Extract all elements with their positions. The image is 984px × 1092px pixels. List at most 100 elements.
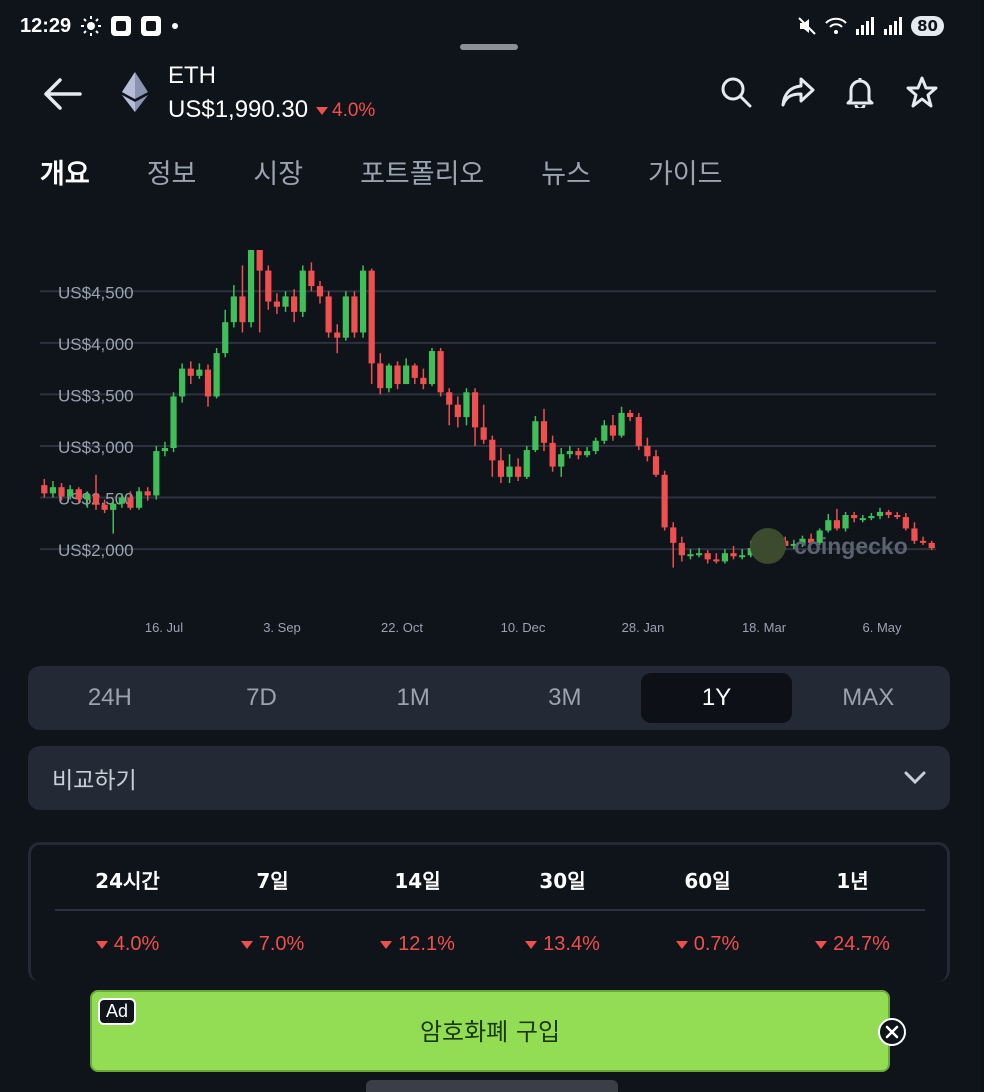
value-60d-text: 0.7% [693, 933, 740, 955]
coingecko-logo-icon [750, 528, 786, 564]
down-triangle-icon [240, 940, 253, 949]
back-button[interactable] [40, 74, 84, 114]
value-24h-text: 4.0% [113, 933, 160, 955]
candle-body [549, 442, 556, 467]
app-screen: 12:29 80 ETH US$1,990.30 4.0% 개요 정보 시장 포… [0, 0, 980, 1092]
candle-body [316, 286, 324, 297]
range-1m-button[interactable]: 1M [337, 673, 489, 723]
value-60d: 0.7% [635, 933, 780, 956]
candle-body [161, 448, 169, 452]
coin-change-value: 4.0% [332, 100, 376, 121]
candle-body [411, 365, 418, 378]
header-60d: 60일 [684, 869, 731, 893]
tab-overview[interactable]: 개요 [40, 152, 90, 191]
tab-news[interactable]: 뉴스 [541, 152, 591, 191]
dot-icon [172, 23, 179, 29]
candle-body [618, 412, 625, 436]
candle-body [299, 270, 306, 312]
value-7d: 7.0% [200, 933, 345, 956]
candle-body [247, 250, 255, 323]
home-indicator[interactable] [366, 1080, 618, 1092]
candle-body [851, 515, 858, 519]
candle-body [342, 296, 349, 338]
chevron-down-icon [904, 771, 926, 785]
candle-body [196, 369, 203, 376]
candle-body [437, 351, 444, 393]
candle-body [730, 553, 737, 557]
candle-body [49, 487, 57, 494]
x-tick-label: 16. Jul [145, 620, 183, 635]
candle-body [325, 296, 332, 333]
bell-icon [846, 78, 874, 108]
search-button[interactable] [718, 74, 754, 110]
range-1y-button[interactable]: 1Y [640, 673, 793, 723]
tab-markets[interactable]: 시장 [253, 152, 303, 191]
ad-badge: Ad [98, 998, 137, 1025]
candle-body [678, 542, 685, 556]
candle-body [911, 528, 918, 541]
candle-body [566, 451, 573, 455]
signal-icon-2 [884, 17, 903, 35]
range-3m-button[interactable]: 3M [489, 673, 641, 723]
candle-body [695, 553, 703, 556]
y-tick-label: US$2,000 [58, 541, 134, 560]
performance-header-row: 24시간 7일 14일 30일 60일 1년 [55, 865, 925, 894]
price-chart[interactable]: US$4,500US$4,000US$3,500US$3,000US$2,500… [40, 250, 940, 650]
ad-close-button[interactable] [878, 1018, 906, 1046]
coin-header: ETH US$1,990.30 4.0% [0, 58, 980, 130]
candle-body [894, 515, 901, 518]
share-button[interactable] [780, 74, 816, 110]
candle-body [489, 439, 496, 461]
ad-banner[interactable]: 암호화폐 구입 Ad [90, 990, 906, 1072]
candle-body [282, 296, 289, 307]
x-tick-label: 22. Oct [381, 620, 423, 635]
candle-body [928, 542, 935, 549]
tab-portfolio[interactable]: 포트폴리오 [360, 152, 484, 191]
range-24h-button[interactable]: 24H [34, 673, 186, 723]
candle-body [265, 270, 272, 302]
y-tick-label: US$3,500 [58, 386, 134, 405]
candle-body [153, 451, 160, 496]
candle-body [713, 559, 720, 562]
header-1y: 1년 [836, 869, 869, 893]
y-tick-label: US$4,500 [58, 283, 134, 302]
candle-body [75, 489, 82, 500]
candle-body [273, 301, 281, 307]
candle-body [652, 456, 660, 475]
down-triangle-icon [380, 940, 393, 949]
range-max-button[interactable]: MAX [792, 673, 944, 723]
candle-body [385, 365, 393, 389]
candle-body [902, 517, 909, 529]
x-tick-label: 6. May [862, 620, 902, 635]
tab-info[interactable]: 정보 [147, 152, 197, 191]
tab-guide[interactable]: 가이드 [648, 152, 723, 191]
header-7d: 7일 [256, 869, 289, 893]
status-time: 12:29 [20, 14, 72, 37]
candle-body [540, 421, 548, 443]
watermark-text: coingecko [794, 532, 908, 559]
value-14d-text: 12.1% [398, 933, 455, 955]
candle-body [204, 369, 212, 397]
candle-body [110, 503, 117, 510]
status-left: 12:29 [20, 15, 179, 38]
favorite-button[interactable] [904, 74, 940, 110]
candle-body [868, 516, 875, 519]
compare-dropdown[interactable]: 비교하기 [28, 746, 950, 810]
coingecko-watermark: coingecko [750, 528, 908, 564]
header-24h: 24시간 [95, 869, 160, 893]
tab-bar: 개요 정보 시장 포트폴리오 뉴스 가이드 [40, 152, 779, 191]
candle-body [463, 392, 470, 418]
candle-body [506, 466, 513, 477]
alert-button[interactable] [842, 74, 878, 110]
candle-body [179, 368, 186, 397]
candle-body [454, 404, 461, 418]
candle-body [876, 511, 884, 517]
candle-body [919, 540, 927, 543]
candle-body [187, 368, 194, 376]
candle-body [368, 270, 375, 364]
candle-body [523, 450, 530, 477]
range-7d-button[interactable]: 7D [186, 673, 338, 723]
candle-body [394, 365, 401, 385]
sheet-handle[interactable] [460, 44, 518, 50]
down-triangle-icon [316, 107, 328, 115]
